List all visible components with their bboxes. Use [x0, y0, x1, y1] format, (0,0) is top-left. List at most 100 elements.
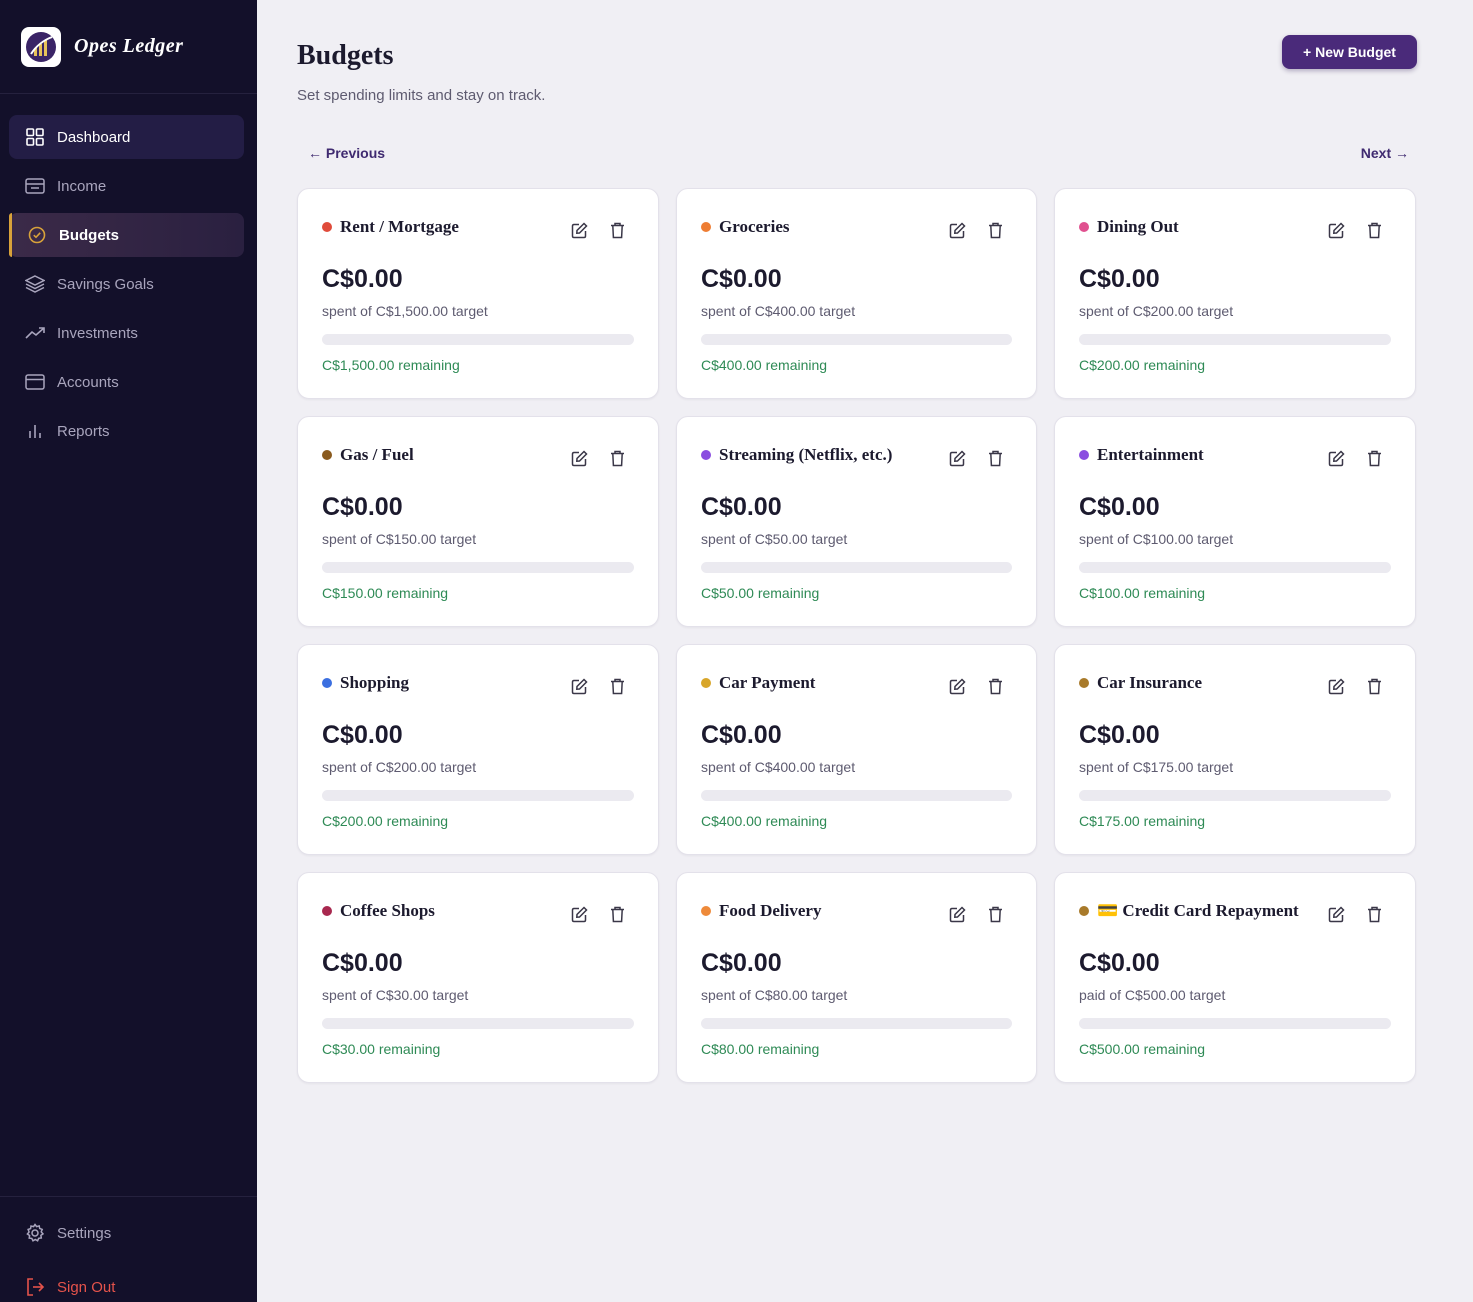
edit-icon[interactable]: [570, 677, 588, 695]
edit-icon[interactable]: [1327, 905, 1345, 923]
delete-icon[interactable]: [1365, 449, 1383, 467]
budget-name: 💳 Credit Card Repayment: [1097, 901, 1299, 920]
budget-spent-amount: C$0.00: [701, 493, 782, 521]
category-color-dot: [1079, 678, 1089, 688]
budget-card-header: Dining Out: [1079, 217, 1179, 237]
sidebar-item-label: Income: [57, 177, 107, 195]
budget-target-text: paid of C$500.00 target: [1079, 987, 1226, 1003]
card-icon: [24, 371, 46, 393]
delete-icon[interactable]: [608, 221, 626, 239]
budget-name: Coffee Shops: [340, 901, 435, 920]
new-budget-button[interactable]: + New Budget: [1282, 35, 1417, 69]
category-color-dot: [322, 906, 332, 916]
budget-progress-bar: [322, 790, 634, 801]
budget-card-header: Shopping: [322, 673, 409, 693]
delete-icon[interactable]: [1365, 677, 1383, 695]
sidebar-item-savings-goals[interactable]: Savings Goals: [9, 262, 244, 306]
sidebar-item-dashboard[interactable]: Dashboard: [9, 115, 244, 159]
settings-link[interactable]: Settings: [24, 1222, 257, 1244]
settings-label: Settings: [57, 1224, 112, 1242]
edit-icon[interactable]: [1327, 449, 1345, 467]
budget-progress-bar: [701, 790, 1012, 801]
sidebar-item-budgets[interactable]: Budgets: [9, 213, 244, 257]
budget-card-header: Gas / Fuel: [322, 445, 414, 465]
sign-out-label: Sign Out: [57, 1278, 116, 1296]
brand-name: Opes Ledger: [74, 35, 184, 57]
delete-icon[interactable]: [1365, 221, 1383, 239]
budget-card-actions: [948, 449, 1004, 467]
budget-card: Rent / Mortgage C$0.00 spent of C$1,500.…: [297, 188, 659, 399]
budget-card-actions: [1327, 905, 1383, 923]
budget-name: Dining Out: [1097, 217, 1179, 236]
budget-spent-amount: C$0.00: [1079, 265, 1160, 293]
sign-out-link[interactable]: Sign Out: [24, 1276, 257, 1298]
budget-card-actions: [948, 905, 1004, 923]
budget-name: Groceries: [719, 217, 790, 236]
budget-remaining-text: C$80.00 remaining: [701, 1041, 820, 1057]
category-color-dot: [322, 450, 332, 460]
edit-icon[interactable]: [570, 905, 588, 923]
budget-target-text: spent of C$175.00 target: [1079, 759, 1234, 775]
edit-icon[interactable]: [948, 677, 966, 695]
delete-icon[interactable]: [986, 221, 1004, 239]
brand[interactable]: Opes Ledger: [0, 0, 257, 94]
delete-icon[interactable]: [986, 449, 1004, 467]
delete-icon[interactable]: [986, 677, 1004, 695]
budget-card-actions: [1327, 221, 1383, 239]
budget-name: Gas / Fuel: [340, 445, 414, 464]
sidebar-item-accounts[interactable]: Accounts: [9, 360, 244, 404]
sidebar-item-investments[interactable]: Investments: [9, 311, 244, 355]
trending-up-icon: [24, 322, 46, 344]
budget-card-actions: [570, 677, 626, 695]
delete-icon[interactable]: [608, 905, 626, 923]
budget-card: Entertainment C$0.00 spent of C$100.00 t…: [1054, 416, 1416, 627]
delete-icon[interactable]: [608, 677, 626, 695]
budget-remaining-text: C$50.00 remaining: [701, 585, 820, 601]
edit-icon[interactable]: [948, 221, 966, 239]
previous-button[interactable]: ← Previous: [308, 145, 385, 161]
edit-icon[interactable]: [948, 449, 966, 467]
sidebar-footer: Settings Sign Out: [0, 1196, 257, 1298]
budget-target-text: spent of C$1,500.00 target: [322, 303, 488, 319]
delete-icon[interactable]: [1365, 905, 1383, 923]
budget-progress-bar: [1079, 334, 1391, 345]
budget-card-header: Entertainment: [1079, 445, 1204, 465]
edit-icon[interactable]: [1327, 677, 1345, 695]
budget-remaining-text: C$30.00 remaining: [322, 1041, 441, 1057]
budget-target-text: spent of C$200.00 target: [322, 759, 477, 775]
budget-progress-bar: [322, 1018, 634, 1029]
category-color-dot: [322, 678, 332, 688]
layers-icon: [24, 273, 46, 295]
sidebar-item-label: Budgets: [59, 226, 119, 244]
budget-card: 💳 Credit Card Repayment C$0.00 paid of C…: [1054, 872, 1416, 1083]
budget-target-text: spent of C$80.00 target: [701, 987, 848, 1003]
budget-card: Dining Out C$0.00 spent of C$200.00 targ…: [1054, 188, 1416, 399]
budget-spent-amount: C$0.00: [1079, 493, 1160, 521]
edit-icon[interactable]: [570, 221, 588, 239]
budget-card-header: Food Delivery: [701, 901, 821, 921]
delete-icon[interactable]: [608, 449, 626, 467]
budget-card-actions: [1327, 449, 1383, 467]
budget-target-text: spent of C$30.00 target: [322, 987, 469, 1003]
delete-icon[interactable]: [986, 905, 1004, 923]
sidebar-item-income[interactable]: Income: [9, 164, 244, 208]
next-button[interactable]: Next →: [1361, 145, 1409, 161]
budget-spent-amount: C$0.00: [701, 721, 782, 749]
budget-card: Car Insurance C$0.00 spent of C$175.00 t…: [1054, 644, 1416, 855]
budget-remaining-text: C$400.00 remaining: [701, 357, 828, 373]
sidebar-item-reports[interactable]: Reports: [9, 409, 244, 453]
sidebar-item-label: Savings Goals: [57, 275, 154, 293]
category-color-dot: [1079, 906, 1089, 916]
edit-icon[interactable]: [948, 905, 966, 923]
budget-name: Entertainment: [1097, 445, 1204, 464]
budget-name: Car Payment: [719, 673, 816, 692]
category-color-dot: [701, 222, 711, 232]
budget-card-actions: [570, 449, 626, 467]
budget-card-header: Streaming (Netflix, etc.): [701, 445, 892, 465]
bar-chart-icon: [24, 420, 46, 442]
budget-card: Coffee Shops C$0.00 spent of C$30.00 tar…: [297, 872, 659, 1083]
edit-icon[interactable]: [570, 449, 588, 467]
sidebar-nav: Dashboard Income Budgets Savings Goals I…: [9, 115, 244, 458]
budget-remaining-text: C$200.00 remaining: [1079, 357, 1206, 373]
edit-icon[interactable]: [1327, 221, 1345, 239]
